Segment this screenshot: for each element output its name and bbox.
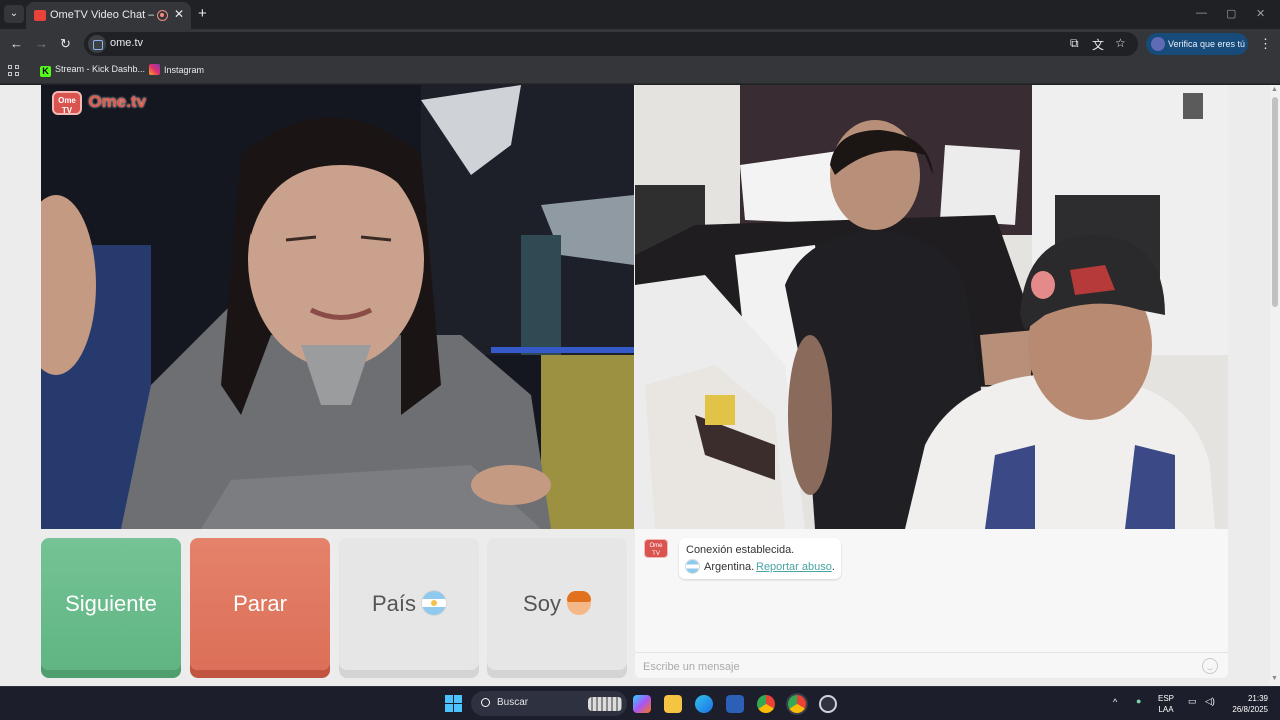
keyboard-layout: LAA [1158,705,1174,714]
network-icon[interactable]: ▭ [1188,696,1197,707]
chat-panel: Ome TV Conexión establecida. Argentina. R… [635,529,1228,678]
microphone-icon[interactable]: ● [1136,696,1141,706]
page-scrollbar[interactable]: ▲ ▼ [1270,85,1280,686]
store-icon[interactable] [726,695,744,713]
url-text: ome.tv [110,37,144,49]
language-code: ESP [1158,694,1175,703]
file-explorer-icon[interactable] [664,695,682,713]
bookmark-label: Instagram [164,65,205,75]
connection-status: Conexión establecida. [686,544,795,556]
new-tab-button[interactable]: + [198,5,207,22]
chrome-profile-icon[interactable] [788,695,806,713]
bookmark-star-icon[interactable]: ☆ [1115,36,1126,50]
browser-tab-strip: ⌄ OmeTV Video Chat — Omegle ✕ + — ▢ ✕ [0,0,1280,29]
volume-icon[interactable]: ◁) [1205,696,1215,707]
tab-search-icon[interactable]: ⌄ [4,5,24,23]
verify-label: Verifica que eres tú [1168,39,1246,49]
tv-logo-icon: Ome TV [52,91,82,115]
bookmark-label: Stream - Kick Dashb... [55,64,146,74]
search-icon [481,698,490,707]
stop-button[interactable]: Parar [190,538,330,670]
taskbar-search[interactable]: Buscar [471,691,627,716]
back-icon[interactable]: ← [10,36,23,51]
logo-text: Ome.tv [88,92,147,111]
argentina-flag-icon [686,560,699,573]
scroll-up-icon[interactable]: ▲ [1271,86,1278,93]
message-placeholder: Escribe un mensaje [643,661,740,673]
input-language[interactable]: ESP LAA [1158,693,1174,715]
kick-icon: K [40,66,51,77]
cast-icon[interactable]: ⧉ [1070,36,1079,51]
report-abuse-link[interactable]: Reportar abuso. [756,561,835,573]
translate-icon[interactable]: 文 [1092,36,1104,53]
country-label: País [371,591,417,616]
copilot-icon[interactable] [633,695,651,713]
site-info-icon[interactable] [88,35,106,53]
browser-menu-icon[interactable]: ⋮ [1259,36,1272,52]
close-window-button[interactable]: ✕ [1256,7,1265,20]
bookmarks-bar: K Stream - Kick Dashb... Instagram [0,59,1280,84]
scroll-thumb[interactable] [1272,97,1278,307]
maximize-button[interactable]: ▢ [1226,7,1236,20]
search-label: Buscar [497,697,529,708]
clock-date: 26/8/2025 [1232,705,1268,714]
partner-country: Argentina. [704,561,755,573]
ometv-chat-icon: Ome TV [644,539,668,558]
recording-indicator-icon [157,10,168,21]
search-highlight-icon [588,697,622,711]
report-suffix: . [831,561,835,573]
tab-close-icon[interactable]: ✕ [174,7,184,21]
reload-icon[interactable]: ↻ [60,36,71,52]
message-input[interactable]: Escribe un mensaje [635,652,1228,678]
verify-profile-button[interactable]: Verifica que eres tú [1146,33,1248,55]
argentina-flag-icon [422,591,447,615]
clock-time: 21:39 [1247,694,1268,703]
address-bar[interactable]: ome.tv ⧉ 文 ☆ [84,32,1138,56]
obs-icon[interactable] [819,695,837,713]
system-message: Conexión establecida. Argentina. Reporta… [679,538,841,579]
country-button[interactable]: País [339,538,479,670]
bookmark-instagram[interactable]: Instagram [149,64,204,75]
profile-avatar [1151,37,1165,51]
tab-title: OmeTV Video Chat — Omegle [50,9,154,21]
emoji-icon[interactable] [1202,658,1218,674]
report-abuse-label: Reportar abuso [756,561,832,573]
gender-button[interactable]: Soy [487,538,627,670]
ometv-favicon-icon [34,10,46,21]
ometv-logo[interactable]: Ome TV Ome.tv [52,91,146,118]
edge-icon[interactable] [695,695,713,713]
tray-overflow-icon[interactable]: ^ [1113,697,1117,707]
scroll-down-icon[interactable]: ▼ [1271,675,1278,682]
windows-start-icon[interactable] [445,695,462,712]
remote-camera-feed [635,85,1228,529]
local-camera-feed [41,85,634,529]
local-video: Ome TV Ome.tv [41,85,634,529]
minimize-button[interactable]: — [1196,7,1207,19]
next-button[interactable]: Siguiente [41,538,181,670]
browser-tab[interactable]: OmeTV Video Chat — Omegle ✕ [26,2,191,29]
boy-avatar-icon [566,591,591,615]
bookmark-kick[interactable]: K Stream - Kick Dashb... [40,64,145,77]
ometv-page: Ome TV Ome.tv Siguiente Parar País Soy O… [0,85,1270,686]
remote-video [635,85,1228,529]
taskbar-clock[interactable]: 21:39 26/8/2025 [1226,693,1268,715]
browser-toolbar: ← → ↻ ome.tv ⧉ 文 ☆ Verifica que eres tú … [0,29,1280,59]
chrome-icon[interactable] [757,695,775,713]
instagram-icon [149,64,160,75]
forward-icon[interactable]: → [35,36,48,51]
apps-grid-icon[interactable] [8,65,20,77]
windows-taskbar: Buscar ^ ● ESP LAA ▭ ◁) 21:39 26/8/2025 [0,686,1280,720]
gender-label: Soy [523,591,561,616]
